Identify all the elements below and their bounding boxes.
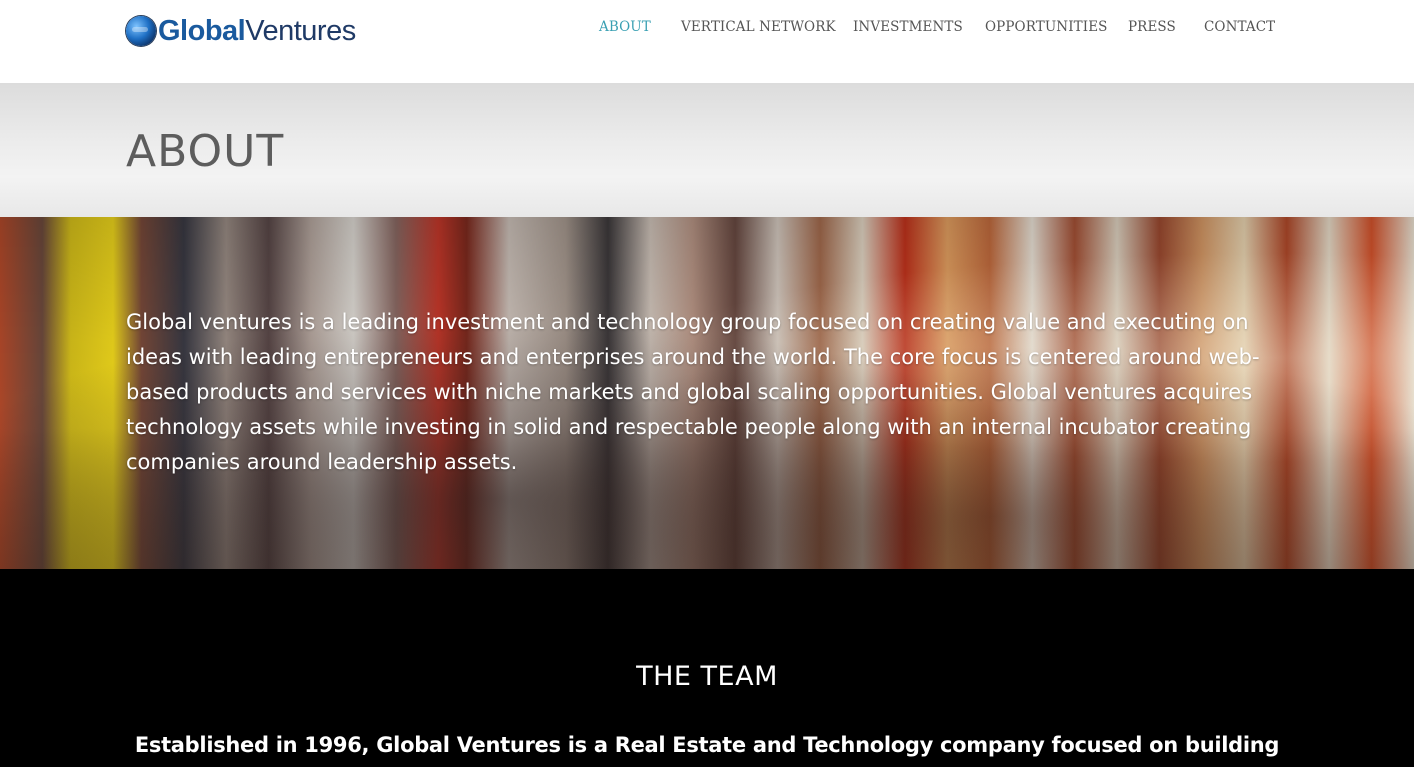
about-hero: Global ventures is a leading investment … [0,217,1414,569]
nav-item-about[interactable]: ABOUT [599,19,651,35]
team-title: THE TEAM [636,661,778,692]
main-nav: ABOUT VERTICAL NETWORK INVESTMENTS OPPOR… [0,19,1414,39]
nav-item-vertical-network[interactable]: VERTICAL NETWORK [681,19,836,35]
site-header: GlobalVentures ABOUT VERTICAL NETWORK IN… [0,0,1414,83]
nav-item-opportunities[interactable]: OPPORTUNITIES [985,19,1108,35]
page-title: ABOUT [126,126,285,177]
team-section: THE TEAM Established in 1996, Global Ven… [0,569,1414,767]
nav-item-investments[interactable]: INVESTMENTS [853,19,963,35]
nav-item-press[interactable]: PRESS [1128,19,1176,35]
nav-item-contact[interactable]: CONTACT [1204,19,1275,35]
about-description: Global ventures is a leading investment … [126,310,1260,474]
team-description: Established in 1996, Global Ventures is … [134,733,1280,757]
